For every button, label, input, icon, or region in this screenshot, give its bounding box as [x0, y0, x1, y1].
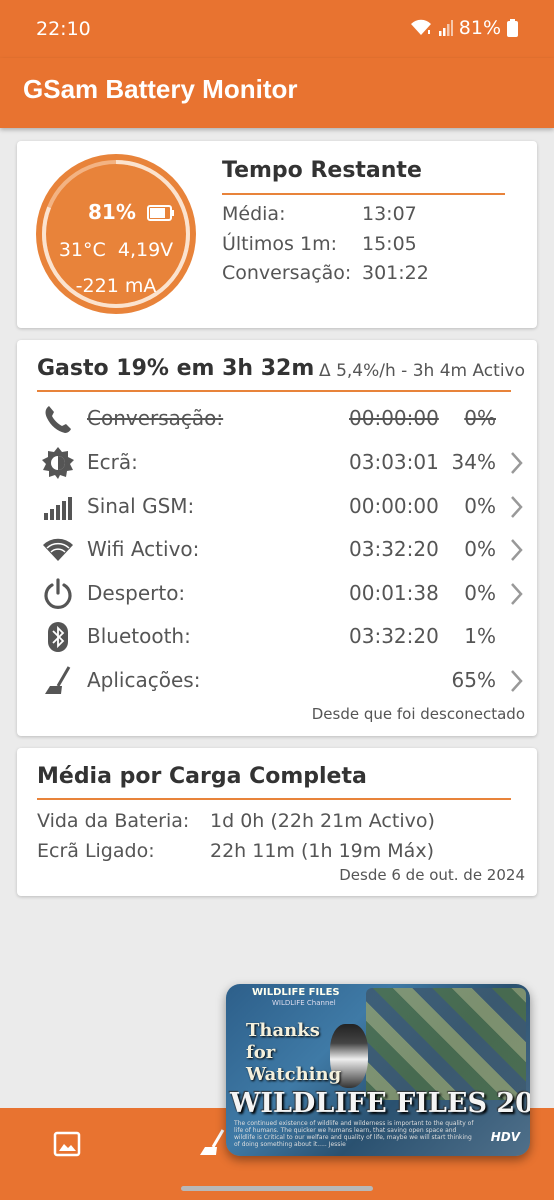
usage-title: Gasto 19% em 3h 32m [37, 356, 315, 381]
usage-row-label: Conversação: [87, 406, 224, 430]
chevron-right-icon[interactable] [509, 669, 523, 697]
pip-thanks-text: Thanks for Watching [246, 1020, 342, 1085]
usage-row-percent: 0% [464, 537, 496, 561]
status-battery-text: 81% [458, 17, 501, 39]
pip-subheader: WILDLIFE Channel [272, 999, 336, 1007]
tempo-row-label: Conversação: [222, 262, 352, 284]
usage-row-label: Ecrã: [87, 450, 138, 474]
battery-gauge[interactable]: 81% 31°C 4,19V -221 mA [36, 154, 196, 314]
usage-row-ecra[interactable]: Ecrã: 03:03:01 34% [17, 442, 537, 484]
usage-row-aplicacoes[interactable]: Aplicações: 65% [17, 660, 537, 702]
tempo-restante-title: Tempo Restante [222, 158, 422, 183]
pip-fine-print: The continued existence of wildlife and … [234, 1120, 474, 1148]
signal-icon [41, 490, 75, 524]
usage-row-label: Desperto: [87, 581, 186, 605]
full-charge-title: Média por Carga Completa [37, 764, 367, 789]
gauge-current: -221 mA [75, 275, 157, 297]
full-charge-row-label: Ecrã Ligado: [37, 840, 155, 862]
bluetooth-icon [41, 620, 75, 654]
usage-row-percent: 65% [451, 668, 496, 692]
pip-hdv-badge: HDV [490, 1130, 520, 1144]
usage-row-time: 00:00:00 [349, 494, 439, 518]
usage-row-desperto[interactable]: Desperto: 00:01:38 0% [17, 573, 537, 615]
usage-row-time: 03:32:20 [349, 537, 439, 561]
usage-row-percent: 0% [464, 581, 496, 605]
usage-row-percent: 0% [464, 406, 496, 430]
app-title: GSam Battery Monitor [23, 74, 298, 104]
usage-row-bluetooth[interactable]: Bluetooth: 03:32:20 1% [17, 616, 537, 658]
usage-row-percent: 0% [464, 494, 496, 518]
usage-row-label: Sinal GSM: [87, 494, 195, 518]
gauge-temp-voltage: 31°C 4,19V [36, 239, 196, 261]
divider [37, 798, 511, 800]
divider [222, 193, 505, 195]
pip-big-title: WILDLIFE FILES 2010 [230, 1088, 530, 1119]
phone-icon [41, 402, 75, 436]
chevron-right-icon[interactable] [509, 582, 523, 610]
usage-row-wifi[interactable]: Wifi Activo: 03:32:20 0% [17, 529, 537, 571]
gauge-percent: 81% [88, 200, 136, 224]
battery-status-icon [507, 19, 518, 37]
wifi-icon [41, 533, 75, 567]
wifi-status-icon [409, 19, 433, 37]
full-charge-footer: Desde 6 de out. de 2024 [339, 866, 525, 884]
usage-card: Gasto 19% em 3h 32m Δ 5,4%/h - 3h 4m Act… [17, 340, 537, 736]
chevron-right-icon[interactable] [509, 451, 523, 479]
usage-row-time: 00:00:00 [349, 406, 439, 430]
tempo-row-value: 13:07 [362, 203, 417, 225]
usage-row-time: 00:01:38 [349, 581, 439, 605]
usage-row-label: Aplicações: [87, 668, 201, 692]
full-charge-row-value: 22h 11m (1h 19m Máx) [210, 840, 434, 862]
pip-video-window[interactable]: WILDLIFE FILES WILDLIFE Channel Thanks f… [226, 984, 530, 1156]
usage-delta: Δ 5,4%/h - 3h 4m Activo [319, 361, 525, 381]
usage-row-time: 03:03:01 [349, 450, 439, 474]
gauge-temperature: 31°C [58, 239, 106, 261]
usage-footer: Desde que foi desconectado [311, 705, 525, 723]
tempo-row-label: Média: [222, 203, 286, 225]
image-icon[interactable] [53, 1130, 81, 1162]
chevron-right-icon[interactable] [509, 495, 523, 523]
divider [37, 390, 511, 392]
usage-row-time: 03:32:20 [349, 624, 439, 648]
full-charge-row-label: Vida da Bateria: [37, 810, 190, 832]
gesture-bar[interactable] [181, 1186, 373, 1191]
broom-nav-icon[interactable] [198, 1128, 228, 1162]
battery-summary-card[interactable]: 81% 31°C 4,19V -221 mA Tempo Restante Mé… [17, 141, 537, 328]
power-icon [41, 577, 75, 611]
status-bar: 22:10 81% [0, 0, 554, 58]
status-time: 22:10 [36, 18, 91, 40]
brightness-icon [41, 446, 75, 480]
broom-icon [41, 664, 75, 698]
usage-row-sinal-gsm[interactable]: Sinal GSM: 00:00:00 0% [17, 486, 537, 528]
tempo-row-value: 301:22 [362, 262, 429, 284]
full-charge-row-value: 1d 0h (22h 21m Activo) [210, 810, 435, 832]
app-bar: GSam Battery Monitor [0, 58, 554, 128]
usage-row-percent: 1% [464, 624, 496, 648]
signal-status-icon [438, 20, 453, 36]
pip-photo-collage [366, 988, 526, 1100]
usage-row-label: Wifi Activo: [87, 537, 200, 561]
usage-row-label: Bluetooth: [87, 624, 191, 648]
gauge-voltage: 4,19V [117, 239, 174, 261]
usage-row-percent: 34% [451, 450, 496, 474]
chevron-right-icon[interactable] [509, 538, 523, 566]
tempo-row-value: 15:05 [362, 233, 417, 255]
tempo-row-label: Últimos 1m: [222, 233, 337, 255]
usage-row-conversacao[interactable]: Conversação: 00:00:00 0% [17, 398, 537, 440]
pip-header: WILDLIFE FILES [252, 987, 340, 998]
full-charge-average-card[interactable]: Média por Carga Completa Vida da Bateria… [17, 748, 537, 896]
